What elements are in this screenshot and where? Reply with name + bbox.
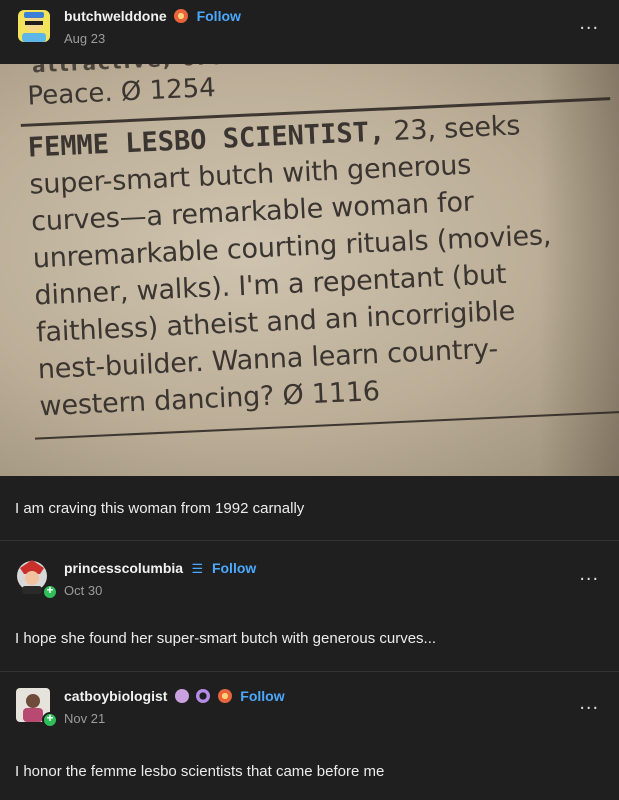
post-meta: princesscolumbia ☰ Follow Oct 30 <box>64 560 256 598</box>
avatar[interactable] <box>14 558 58 600</box>
post-text: I hope she found her super-smart butch w… <box>15 630 437 647</box>
follow-button[interactable]: Follow <box>197 8 241 24</box>
more-options-icon[interactable]: ... <box>579 564 599 584</box>
ring-badge-icon <box>196 689 211 703</box>
post-text: I honor the femme lesbo scientists that … <box>15 763 385 780</box>
post-meta: catboybiologist Follow Nov 21 <box>64 688 285 726</box>
more-options-icon[interactable]: ... <box>579 693 599 713</box>
post-text: I am craving this woman from 1992 carnal… <box>15 500 305 517</box>
post-meta: butchwelddone Follow Aug 23 <box>64 8 241 46</box>
post-date[interactable]: Aug 23 <box>64 31 241 46</box>
online-badge-icon <box>42 711 58 728</box>
post-3: catboybiologist Follow Nov 21 ... I hono… <box>0 672 619 800</box>
post-date[interactable]: Nov 21 <box>64 711 285 726</box>
follow-button[interactable]: Follow <box>212 560 256 576</box>
post-image-newspaper-clipping[interactable]: attractive, 6rea Peace. Ø 1254 FEMME LES… <box>0 64 619 476</box>
cat-badge-icon <box>174 689 189 703</box>
clipping-ad-body: FEMME LESBO SCIENTIST, 23, seeks super-s… <box>27 103 619 425</box>
username[interactable]: princesscolumbia <box>64 560 183 576</box>
avatar[interactable] <box>14 6 54 46</box>
username[interactable]: butchwelddone <box>64 8 167 24</box>
clipping-shadow <box>539 64 619 476</box>
clipping-peace-line: Peace. Ø 1254 <box>26 73 217 112</box>
more-options-icon[interactable]: ... <box>579 13 599 33</box>
post-date[interactable]: Oct 30 <box>64 583 256 598</box>
flower-badge-icon <box>217 689 232 703</box>
stack-badge-icon: ☰ <box>191 561 204 576</box>
avatar[interactable] <box>14 686 58 728</box>
post-1: butchwelddone Follow Aug 23 ... attracti… <box>0 0 619 540</box>
post-2: princesscolumbia ☰ Follow Oct 30 ... I h… <box>0 541 619 671</box>
username[interactable]: catboybiologist <box>64 688 167 704</box>
clipping-headline-rest: 23, seeks <box>384 110 521 148</box>
online-badge-icon <box>42 583 58 600</box>
follow-button[interactable]: Follow <box>240 688 284 704</box>
flower-badge-icon <box>174 9 189 23</box>
